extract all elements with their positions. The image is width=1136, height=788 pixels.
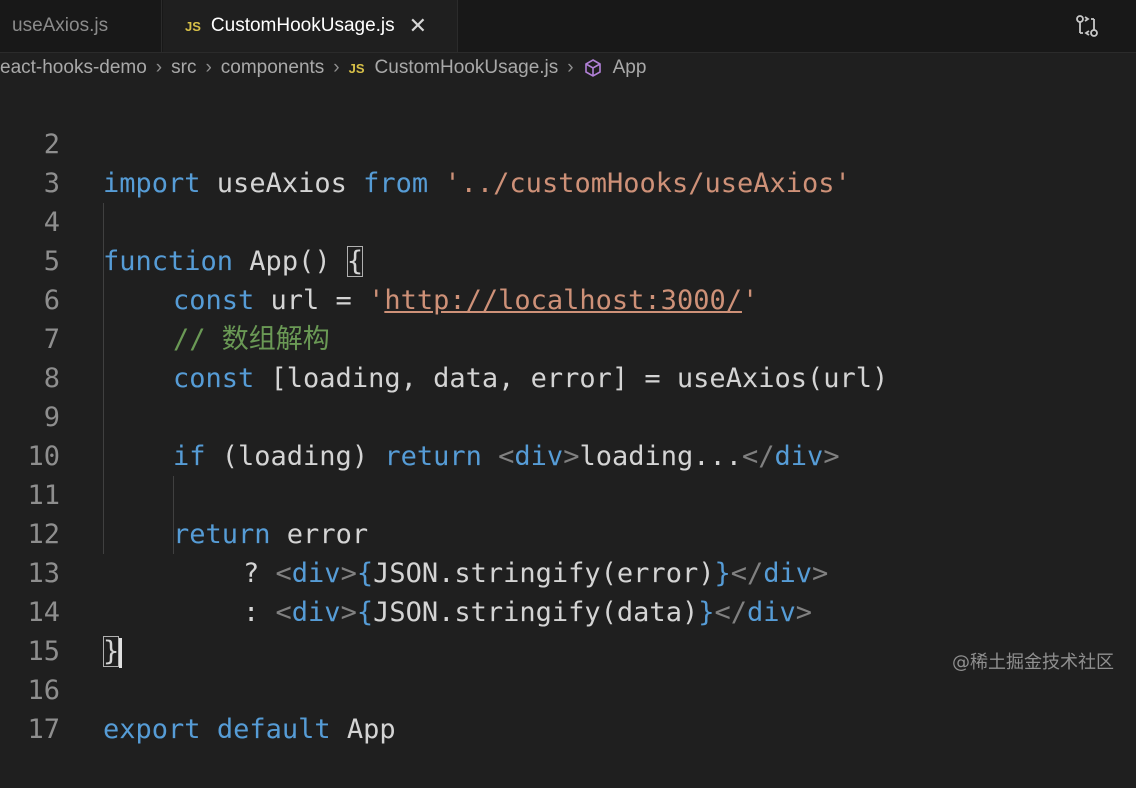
code-line: 14 } xyxy=(0,554,123,668)
breadcrumb-item-symbol[interactable]: App xyxy=(613,57,647,79)
matched-brace: } xyxy=(103,636,120,667)
line-content: : <div>{JSON.stringify(data)}</div> xyxy=(243,597,813,628)
tab-customhookusage[interactable]: JS CustomHookUsage.js ✕ xyxy=(163,0,458,52)
code-line: 16 export default App xyxy=(0,632,395,745)
tab-bar: useAxios.js JS CustomHookUsage.js ✕ xyxy=(0,0,1136,53)
line-content: import useAxios from '../customHooks/use… xyxy=(103,168,851,199)
line-content: const url = 'http://localhost:3000/' xyxy=(173,285,759,316)
chevron-right-icon: › xyxy=(155,57,163,78)
line-content: // 数组解构 xyxy=(173,324,330,355)
tab-label: useAxios.js xyxy=(12,15,109,36)
text-cursor xyxy=(119,637,123,668)
tab-label: CustomHookUsage.js xyxy=(210,15,395,36)
line-content: export default App xyxy=(103,714,396,745)
breadcrumb: eact-hooks-demo › src › components › JS … xyxy=(0,53,1136,83)
url-link[interactable]: http://localhost:3000/ xyxy=(384,285,742,316)
js-file-icon: JS xyxy=(185,18,201,34)
code-line: 2 import useAxios from '../customHooks/u… xyxy=(0,86,851,199)
breadcrumb-item-components[interactable]: components xyxy=(221,57,325,79)
code-line: 17 xyxy=(0,671,65,745)
line-content: ? <div>{JSON.stringify(error)}</div> xyxy=(243,558,829,589)
chevron-right-icon: › xyxy=(205,57,212,78)
chevron-right-icon: › xyxy=(567,57,574,78)
breadcrumb-item-src[interactable]: src xyxy=(171,57,196,79)
code-line: 12 ? <div>{JSON.stringify(error)}</div> xyxy=(0,476,828,589)
code-line: 5 const url = 'http://localhost:3000/' xyxy=(0,203,759,316)
watermark: @稀土掘金技术社区 xyxy=(952,652,1114,673)
breadcrumb-item-file[interactable]: CustomHookUsage.js xyxy=(375,57,559,79)
line-content: } xyxy=(103,632,123,671)
symbol-class-icon xyxy=(584,59,601,77)
line-content: return error xyxy=(173,519,369,550)
code-line: 4 function App() { xyxy=(0,164,364,277)
code-line: 6 // 数组解构 xyxy=(0,242,330,355)
code-line: 11 return error xyxy=(0,437,368,550)
line-number: 17 xyxy=(27,714,60,745)
tab-useaxios[interactable]: useAxios.js xyxy=(0,0,162,52)
git-compare-icon[interactable] xyxy=(1074,14,1100,38)
code-line: 15 xyxy=(0,593,65,667)
chevron-right-icon: › xyxy=(333,57,340,78)
code-line: 8 xyxy=(0,320,65,394)
matched-brace: { xyxy=(346,246,364,277)
line-content: function App() { xyxy=(103,246,364,277)
code-line: 13 : <div>{JSON.stringify(data)}</div> xyxy=(0,515,812,628)
code-line: 7 const [loading, data, error] = useAxio… xyxy=(0,281,889,394)
breadcrumb-item-project[interactable]: eact-hooks-demo xyxy=(0,57,147,79)
code-line: 9 if (loading) return <div>loading...</d… xyxy=(0,359,840,472)
code-editor[interactable]: 2 import useAxios from '../customHooks/u… xyxy=(0,86,1136,745)
code-line: 3 xyxy=(0,125,65,199)
js-file-icon: JS xyxy=(348,60,365,76)
line-content: const [loading, data, error] = useAxios(… xyxy=(173,363,889,394)
line-content: if (loading) return <div>loading...</div… xyxy=(173,441,840,472)
code-line: 10 xyxy=(0,398,65,472)
close-icon[interactable]: ✕ xyxy=(409,13,427,39)
